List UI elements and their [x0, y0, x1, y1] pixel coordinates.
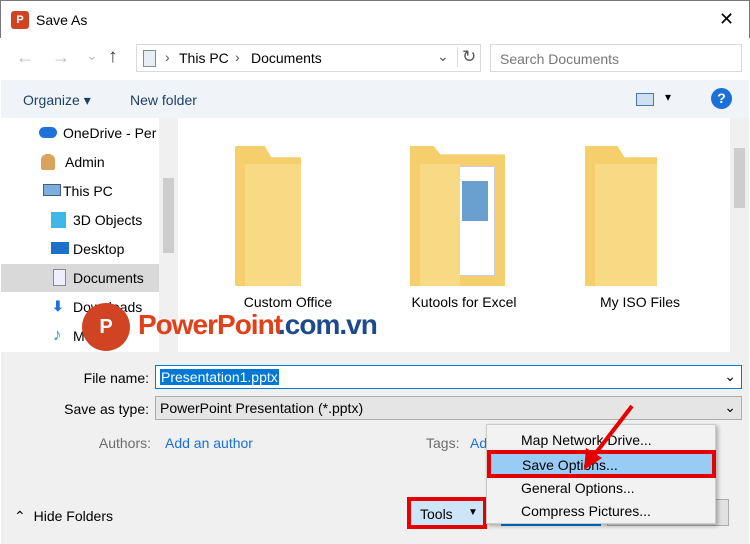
document-icon [53, 269, 66, 286]
watermark-logo: P PowerPoint .com.vn [82, 303, 382, 351]
sidebar-item-documents[interactable]: Documents [1, 264, 159, 292]
desktop-icon [51, 242, 69, 254]
user-icon [41, 154, 55, 170]
tags-input[interactable]: Add a tag [470, 435, 486, 451]
authors-input[interactable]: Add an author [165, 435, 253, 451]
download-icon: ⬇ [52, 298, 64, 314]
help-button[interactable]: ? [711, 88, 732, 109]
sidebar-item-admin[interactable]: Admin [1, 148, 159, 176]
folder-my-iso-files[interactable]: My ISO Files [565, 294, 715, 310]
window-title: Save As [36, 12, 88, 28]
file-list-scrollbar[interactable] [730, 118, 749, 352]
tools-dropdown-arrow: ▼ [468, 507, 478, 518]
address-dropdown-button[interactable]: ⌄ [437, 48, 449, 65]
recent-locations-button[interactable]: ⌄ [86, 47, 98, 64]
chevron-up-icon: ⌃ [14, 508, 26, 524]
cloud-icon [39, 127, 57, 138]
close-button[interactable]: ✕ [719, 9, 734, 30]
documents-location-icon [143, 50, 156, 67]
breadcrumb-this-pc[interactable]: This PC [179, 50, 229, 66]
cube-icon [51, 212, 66, 228]
menu-item-compress-pictures[interactable]: Compress Pictures... [521, 499, 651, 523]
tools-button[interactable]: Tools ▼ [407, 497, 487, 529]
file-name-input[interactable]: Presentation1.pptx ⌄ [155, 365, 742, 389]
file-name-dropdown[interactable]: ⌄ [724, 368, 736, 385]
folder-icon[interactable] [410, 146, 505, 286]
folder-kutools-for-excel[interactable]: Kutools for Excel [389, 294, 539, 310]
breadcrumb-documents[interactable]: Documents [251, 50, 322, 66]
back-button[interactable]: ← [16, 47, 34, 68]
powerpoint-icon: P [11, 11, 29, 29]
folder-icon[interactable] [235, 146, 315, 286]
hide-folders-button[interactable]: ⌃ Hide Folders [14, 508, 113, 525]
address-bar[interactable]: › This PC › Documents ⌄ ↻ [136, 44, 481, 72]
up-button[interactable]: ↑ [108, 46, 118, 68]
sidebar-item-3d-objects[interactable]: 3D Objects [1, 206, 159, 234]
save-as-type-select[interactable]: PowerPoint Presentation (*.pptx) ⌄ [155, 396, 742, 420]
folder-icon[interactable] [585, 146, 665, 286]
computer-icon [43, 184, 61, 196]
view-icon[interactable] [636, 93, 654, 106]
search-input[interactable]: Search Documents [490, 44, 742, 72]
organize-button[interactable]: Organize ▾ [23, 92, 91, 109]
title-bar: P Save As ✕ [0, 0, 750, 38]
sidebar-item-desktop[interactable]: Desktop [1, 235, 159, 263]
sidebar-item-onedrive[interactable]: OneDrive - Per [1, 119, 159, 147]
sidebar-item-this-pc[interactable]: This PC [1, 177, 159, 205]
forward-button[interactable]: → [52, 47, 70, 68]
toolbar: Organize ▾ New folder ▾ ? [1, 80, 749, 118]
annotation-arrow [584, 404, 634, 470]
refresh-button[interactable]: ↻ [457, 47, 476, 67]
new-folder-button[interactable]: New folder [130, 92, 197, 108]
music-icon: ♪ [53, 325, 62, 344]
view-dropdown[interactable]: ▾ [665, 90, 671, 104]
